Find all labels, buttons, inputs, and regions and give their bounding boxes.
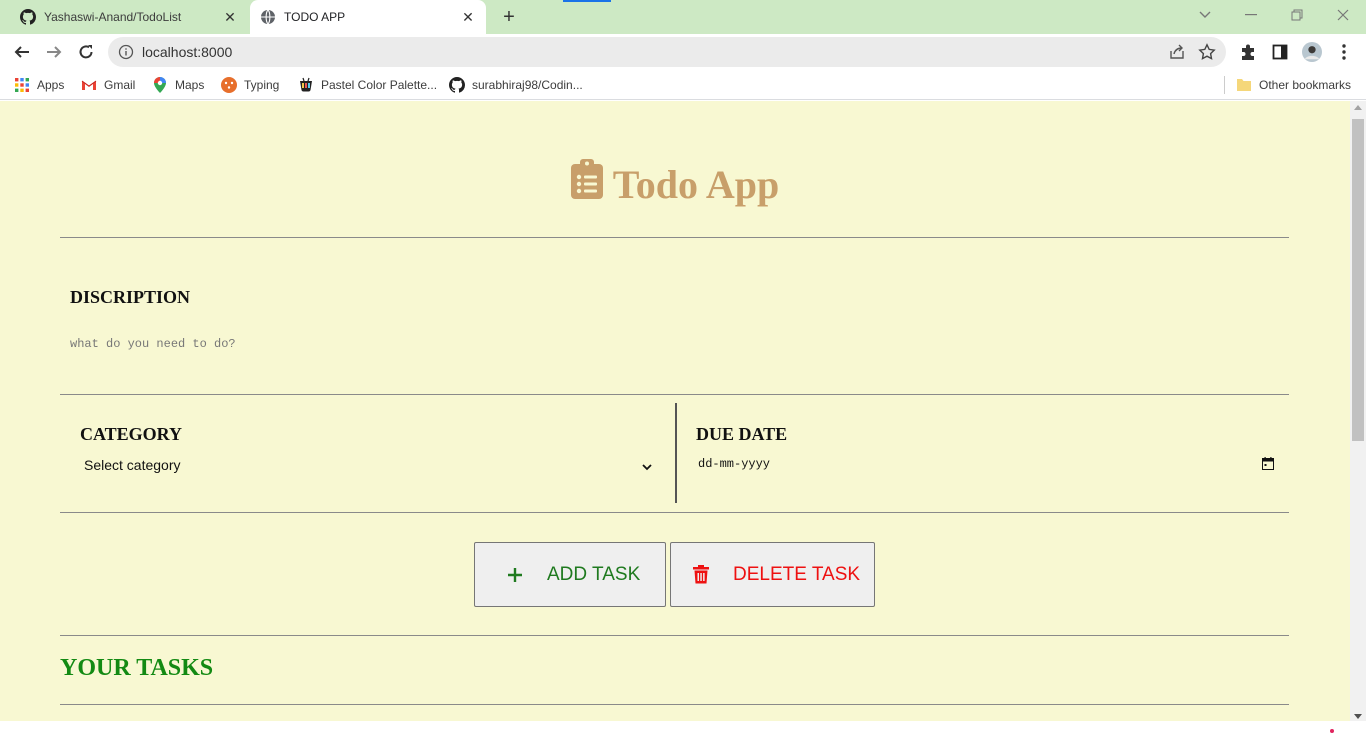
trash-icon: [691, 565, 711, 584]
page-scrollbar[interactable]: [1350, 101, 1366, 721]
bookmark-label: Typing: [244, 78, 280, 92]
extensions-puzzle-icon[interactable]: [1238, 42, 1258, 62]
profile-avatar[interactable]: [1302, 42, 1322, 62]
gmail-icon: [81, 77, 97, 93]
tab-todo-app[interactable]: TODO APP ✕: [250, 0, 486, 34]
restore-icon[interactable]: [1274, 0, 1320, 30]
tab-indicator: [563, 0, 611, 2]
bookmarks-bar: Apps Gmail Maps Typing Pastel Color Pale…: [0, 70, 1366, 100]
delete-task-button[interactable]: DELETE TASK: [670, 542, 875, 607]
page-content: Todo App DISCRIPTION what do you need to…: [0, 101, 1350, 721]
delete-task-label: DELETE TASK: [733, 563, 861, 585]
apps-grid-icon: [14, 77, 30, 93]
chevron-down-icon: [642, 458, 652, 474]
tab-title: TODO APP: [284, 10, 346, 24]
github-icon: [449, 77, 465, 93]
bookmark-pastel-palette[interactable]: Pastel Color Palette...: [298, 75, 437, 95]
app-title-text: Todo App: [612, 161, 780, 207]
add-task-label: ADD TASK: [547, 563, 641, 585]
your-tasks-heading: YOUR TASKS: [60, 655, 214, 681]
tab-github[interactable]: Yashaswi-Anand/TodoList ✕: [8, 0, 248, 34]
description-input[interactable]: what do you need to do?: [70, 337, 1270, 359]
bookmark-star-icon[interactable]: [1198, 43, 1216, 66]
bookmarks-separator: [1224, 76, 1225, 94]
address-bar[interactable]: localhost:8000: [108, 37, 1226, 67]
close-window-icon[interactable]: [1320, 0, 1366, 30]
site-info-icon[interactable]: [118, 44, 134, 60]
due-date-label: DUE DATE: [696, 424, 788, 444]
minimize-icon[interactable]: [1228, 0, 1274, 30]
due-date-input[interactable]: dd-mm-yyyy: [696, 453, 1274, 475]
github-icon: [20, 9, 36, 25]
side-panel-icon[interactable]: [1270, 42, 1290, 62]
divider: [60, 394, 1289, 395]
tab-close-icon[interactable]: ✕: [218, 5, 242, 29]
bookmark-label: Apps: [37, 78, 65, 92]
tab-close-icon[interactable]: ✕: [456, 5, 480, 29]
bookmark-typing[interactable]: Typing: [221, 75, 279, 95]
divider: [60, 704, 1289, 705]
calendar-icon[interactable]: [1262, 457, 1274, 474]
maps-pin-icon: [152, 77, 168, 93]
scroll-up-arrow-icon[interactable]: [1354, 105, 1362, 110]
forward-icon[interactable]: [40, 38, 68, 66]
column-divider: [675, 403, 677, 503]
bookmark-label: Maps: [175, 78, 205, 92]
app-title: Todo App: [0, 159, 1350, 209]
share-icon[interactable]: [1168, 43, 1186, 66]
clipboard-list-icon: [570, 159, 603, 209]
browser-toolbar: localhost:8000: [0, 34, 1366, 70]
category-label: CATEGORY: [80, 424, 183, 444]
scroll-down-arrow-icon[interactable]: [1354, 714, 1362, 719]
bookmark-maps[interactable]: Maps: [152, 75, 204, 95]
divider: [60, 237, 1289, 238]
description-label: DISCRIPTION: [70, 287, 191, 307]
reload-icon[interactable]: [72, 38, 100, 66]
notification-dot: [1330, 729, 1334, 733]
url-text: localhost:8000: [142, 44, 233, 60]
tab-title: Yashaswi-Anand/TodoList: [44, 10, 182, 24]
bookmark-apps[interactable]: Apps: [14, 75, 64, 95]
category-selected-value: Select category: [84, 457, 181, 473]
plus-icon: [505, 567, 525, 583]
back-icon[interactable]: [8, 38, 36, 66]
due-date-placeholder: dd-mm-yyyy: [698, 457, 771, 471]
folder-icon: [1236, 77, 1252, 93]
bookmark-gmail[interactable]: Gmail: [81, 75, 135, 95]
globe-icon: [260, 9, 276, 25]
palette-icon: [298, 77, 314, 93]
new-tab-icon[interactable]: +: [498, 6, 520, 28]
scrollbar-thumb[interactable]: [1352, 119, 1364, 441]
menu-kebab-icon[interactable]: [1334, 42, 1354, 62]
category-select[interactable]: Select category: [80, 454, 660, 476]
bookmark-github-surabhiraj[interactable]: surabhiraj98/Codin...: [449, 75, 583, 95]
divider: [60, 512, 1289, 513]
bookmark-label: Gmail: [104, 78, 136, 92]
tab-strip: Yashaswi-Anand/TodoList ✕ TODO APP ✕ +: [0, 0, 1366, 34]
bookmark-label: Pastel Color Palette...: [321, 78, 438, 92]
typing-icon: [221, 77, 237, 93]
bottom-strip: [0, 721, 1366, 733]
divider: [60, 635, 1289, 636]
bookmark-label: Other bookmarks: [1259, 78, 1352, 92]
tab-search-icon[interactable]: [1182, 0, 1228, 30]
add-task-button[interactable]: ADD TASK: [474, 542, 666, 607]
other-bookmarks[interactable]: Other bookmarks: [1236, 75, 1351, 95]
bookmark-label: surabhiraj98/Codin...: [472, 78, 583, 92]
